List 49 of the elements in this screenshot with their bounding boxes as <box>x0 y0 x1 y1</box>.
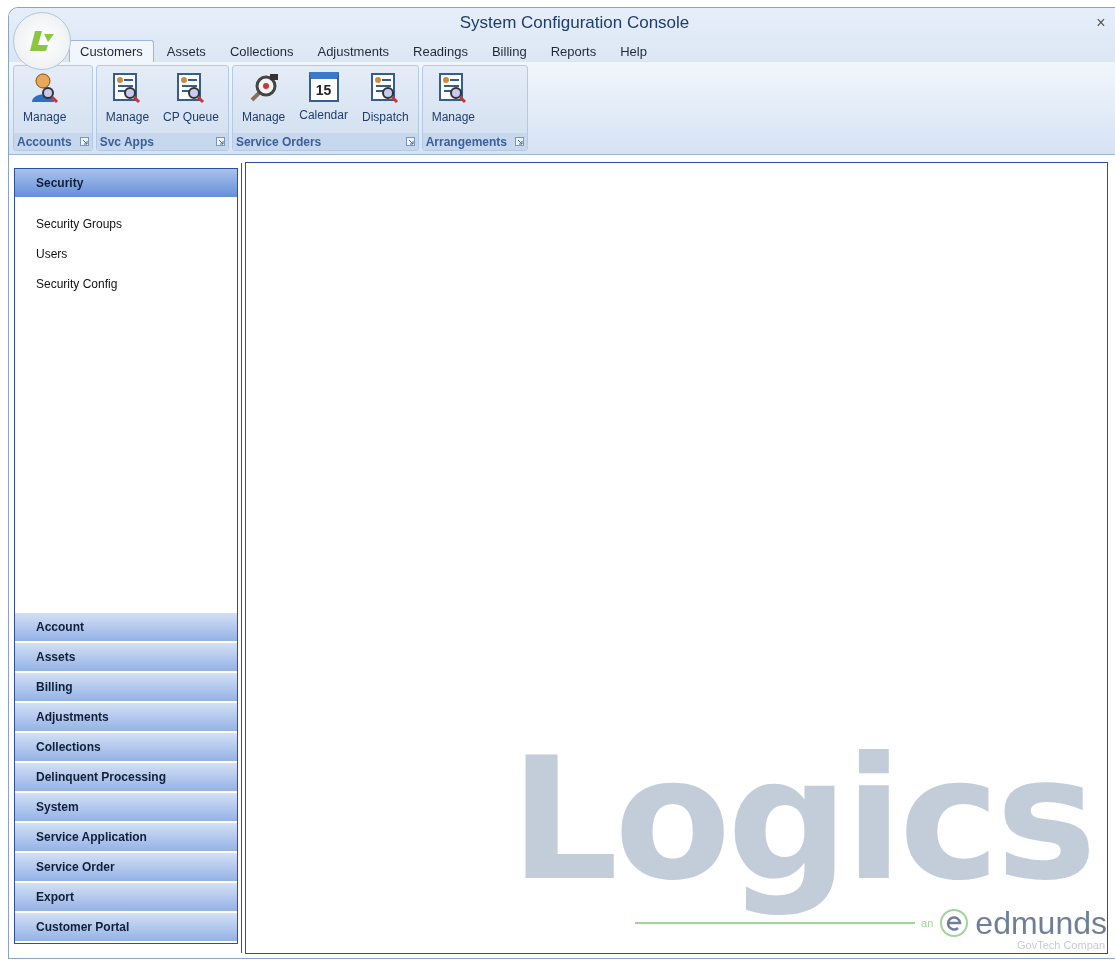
sidebar-section-header[interactable]: Service Application <box>15 823 237 853</box>
sidebar-section-header[interactable]: System <box>15 793 237 823</box>
company-tagline: GovTech Compan <box>1016 939 1105 951</box>
group-label: Svc Apps <box>99 134 154 149</box>
dialog-launcher-icon[interactable] <box>515 137 524 146</box>
close-button[interactable]: × <box>1090 14 1112 32</box>
ribbon-tab[interactable]: Reports <box>539 40 608 62</box>
sidebar-section-header[interactable]: Billing <box>15 673 237 703</box>
form-magnifier-icon <box>175 72 206 104</box>
sidebar-section-header[interactable]: Customer Portal <box>15 913 237 943</box>
ribbon-tab[interactable]: Customers <box>69 40 154 62</box>
ribbon-tab[interactable]: Assets <box>155 40 217 62</box>
form-magnifier-icon <box>370 72 401 104</box>
group-label: Accounts <box>17 134 72 149</box>
sidebar-section-header[interactable]: Export <box>15 883 237 913</box>
ribbon-button[interactable]: Dispatch <box>356 70 414 133</box>
ribbon-button[interactable]: CP Queue <box>158 70 224 133</box>
sidebar-item[interactable]: Users <box>15 239 237 269</box>
group-label: Service Orders <box>235 134 322 149</box>
sidebar-item[interactable]: Security Config <box>15 269 237 299</box>
sidebar-section-header[interactable]: Service Order <box>15 853 237 883</box>
sidebar-section-header[interactable]: Assets <box>15 643 237 673</box>
dialog-launcher-icon[interactable] <box>79 137 89 146</box>
brand-prefix: an <box>921 917 934 929</box>
form-magnifier-icon <box>438 72 469 104</box>
calendar-icon: 15 <box>308 72 339 102</box>
ribbon-button[interactable]: Manage <box>236 70 291 133</box>
sidebar-section-header[interactable]: Account <box>15 613 237 643</box>
sidebar-section-header[interactable]: Collections <box>15 733 237 763</box>
person-magnifier-icon <box>29 72 60 104</box>
ribbon-button[interactable]: Manage <box>18 70 72 133</box>
sidebar-section-header[interactable]: Security <box>15 169 237 199</box>
window-title: System Configuration Console <box>458 13 691 33</box>
ribbon-tab[interactable]: Collections <box>218 40 305 62</box>
sidebar-section-header[interactable]: Delinquent Processing <box>15 763 237 793</box>
ribbon-button[interactable]: Manage <box>100 70 155 133</box>
group-label: Arrangements <box>425 134 507 149</box>
ribbon-tab[interactable]: Billing <box>480 40 538 62</box>
ribbon-tab[interactable]: Readings <box>402 40 479 62</box>
ribbon-button[interactable]: Manage <box>426 70 481 133</box>
dialog-launcher-icon[interactable] <box>215 137 225 146</box>
ribbon-tab[interactable]: Adjustments <box>306 40 400 62</box>
logo-icon <box>29 30 55 52</box>
form-magnifier-icon <box>112 72 143 104</box>
dialog-launcher-icon[interactable] <box>405 137 415 146</box>
ribbon-button[interactable]: 15 Calendar <box>294 70 353 133</box>
sidebar-section-header[interactable]: Adjustments <box>15 703 237 733</box>
ribbon-tab[interactable]: Help <box>609 40 658 62</box>
sidebar-item[interactable]: Security Groups <box>15 209 237 239</box>
